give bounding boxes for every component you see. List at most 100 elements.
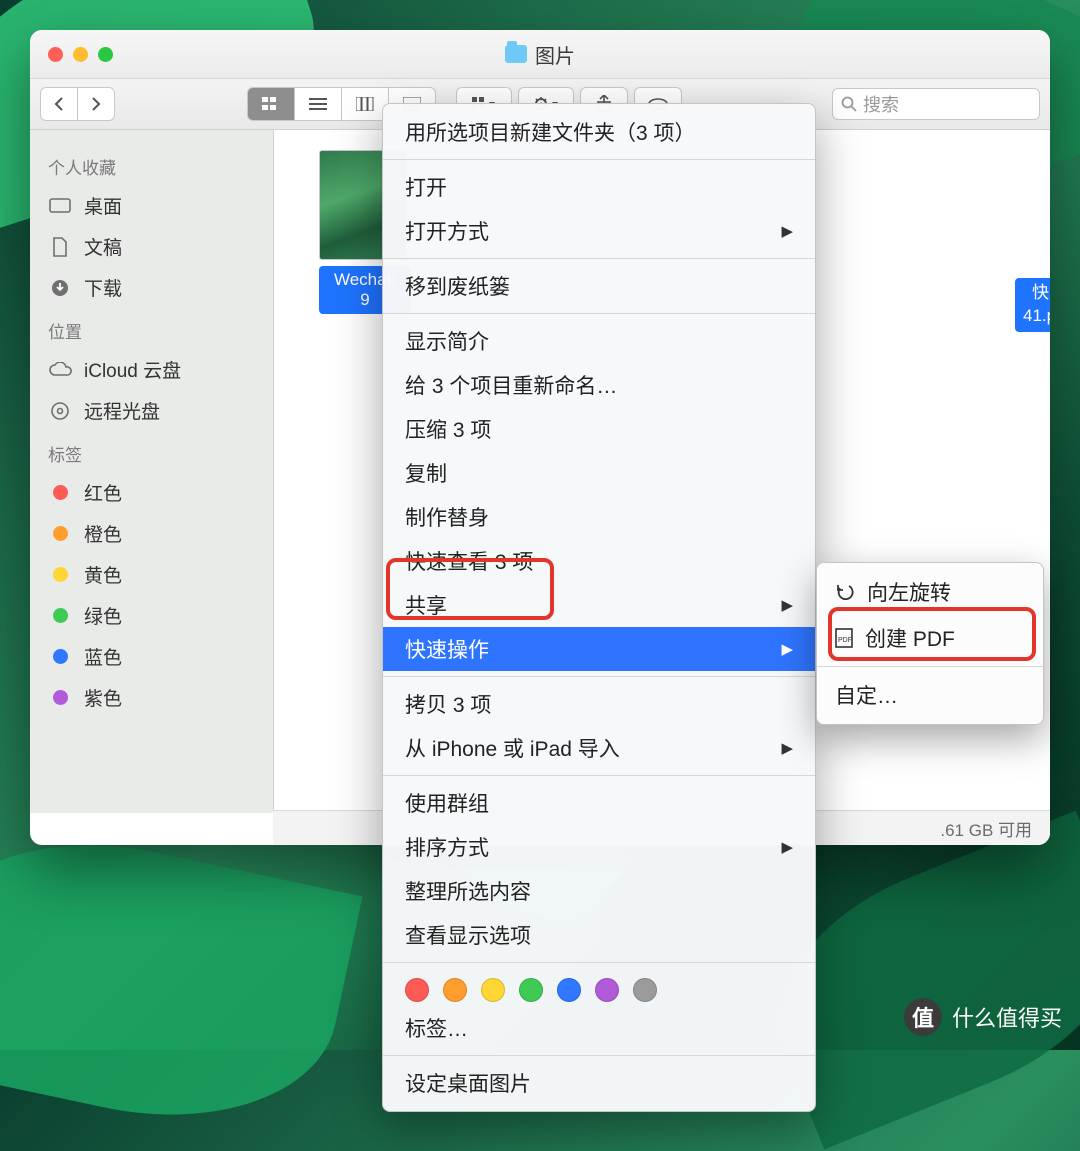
minimize-button[interactable]	[73, 47, 88, 62]
sidebar-tag-item[interactable]: 黄色	[30, 554, 273, 595]
menu-item-label: 整理所选内容	[405, 876, 531, 906]
chevron-right-icon: ▶	[781, 739, 793, 757]
folder-icon	[505, 45, 527, 63]
tag-color-swatch[interactable]	[443, 978, 467, 1002]
rotate-left-icon	[835, 582, 855, 602]
menu-item[interactable]: 给 3 个项目重新命名…	[383, 363, 815, 407]
view-icons-button[interactable]	[247, 87, 294, 121]
view-list-button[interactable]	[294, 87, 341, 121]
sidebar-tag-item[interactable]: 橙色	[30, 513, 273, 554]
menu-item[interactable]: 显示简介	[383, 319, 815, 363]
watermark-text: 什么值得买	[952, 1001, 1062, 1033]
tag-color-swatch[interactable]	[405, 978, 429, 1002]
nav-back-button[interactable]	[40, 87, 77, 121]
search-placeholder: 搜索	[863, 91, 899, 117]
status-text: .61 GB 可用	[940, 816, 1032, 841]
sidebar-item-downloads[interactable]: 下载	[30, 267, 273, 308]
tag-color-icon	[48, 688, 72, 708]
submenu-item[interactable]: PDF 创建 PDF	[817, 615, 1043, 661]
menu-item[interactable]: 设定桌面图片	[383, 1061, 815, 1105]
menu-item[interactable]: 用所选项目新建文件夹（3 项）	[383, 110, 815, 154]
menu-item[interactable]: 整理所选内容	[383, 869, 815, 913]
tag-color-swatch[interactable]	[557, 978, 581, 1002]
sidebar-item-label: iCloud 云盘	[84, 356, 181, 383]
menu-item-label: 用所选项目新建文件夹（3 项）	[405, 117, 696, 147]
sidebar: 个人收藏 桌面 文稿 下载 位置 iCloud 云盘 远程光盘	[30, 130, 274, 813]
desktop-icon	[48, 196, 72, 216]
menu-item-label: 快速查看 3 项	[405, 546, 533, 576]
submenu-item-label: 向左旋转	[867, 577, 951, 607]
sidebar-item-label: 远程光盘	[84, 397, 160, 424]
tag-color-swatch[interactable]	[595, 978, 619, 1002]
menu-tag-colors[interactable]	[383, 968, 815, 1006]
menu-item-label: 标签…	[405, 1013, 468, 1043]
zoom-button[interactable]	[98, 47, 113, 62]
submenu-item[interactable]: 向左旋转	[817, 569, 1043, 615]
menu-item-label: 从 iPhone 或 iPad 导入	[405, 733, 620, 763]
tag-color-icon	[48, 565, 72, 585]
file-name-label: 快照41.png	[1015, 278, 1050, 332]
menu-item[interactable]: 共享 ▶	[383, 583, 815, 627]
search-field[interactable]: 搜索	[832, 88, 1040, 120]
menu-item-label: 拷贝 3 项	[405, 689, 491, 719]
window-title: 图片	[535, 40, 575, 69]
tag-color-swatch[interactable]	[481, 978, 505, 1002]
menu-item-label: 打开	[405, 172, 447, 202]
sidebar-item-remote-disc[interactable]: 远程光盘	[30, 390, 273, 431]
view-columns-button[interactable]	[341, 87, 388, 121]
menu-item-label: 排序方式	[405, 832, 489, 862]
menu-item[interactable]: 打开方式 ▶	[383, 209, 815, 253]
menu-item[interactable]: 查看显示选项	[383, 913, 815, 957]
menu-item[interactable]: 标签…	[383, 1006, 815, 1050]
menu-item[interactable]: 拷贝 3 项	[383, 682, 815, 726]
sidebar-tag-item[interactable]: 红色	[30, 472, 273, 513]
sidebar-item-desktop[interactable]: 桌面	[30, 185, 273, 226]
sidebar-item-documents[interactable]: 文稿	[30, 226, 273, 267]
submenu-item[interactable]: 自定…	[817, 672, 1043, 718]
chevron-right-icon: ▶	[781, 222, 793, 240]
menu-item[interactable]: 快速操作▶	[383, 627, 815, 671]
sidebar-item-label: 紫色	[84, 684, 122, 711]
menu-item[interactable]: 使用群组	[383, 781, 815, 825]
sidebar-tag-item[interactable]: 蓝色	[30, 636, 273, 677]
context-menu: 用所选项目新建文件夹（3 项） 打开打开方式 ▶ 移到废纸篓显示简介给 3 个项目重新…	[382, 103, 816, 1112]
svg-text:PDF: PDF	[838, 637, 852, 644]
menu-item-label: 压缩 3 项	[405, 414, 491, 444]
sidebar-item-label: 绿色	[84, 602, 122, 629]
sidebar-item-label: 红色	[84, 479, 122, 506]
menu-item-label: 打开方式	[405, 216, 489, 246]
menu-item-label: 显示简介	[405, 326, 489, 356]
sidebar-item-label: 桌面	[84, 192, 122, 219]
submenu-quick-actions: 向左旋转 PDF 创建 PDF 自定…	[816, 562, 1044, 725]
menu-item[interactable]: 从 iPhone 或 iPad 导入 ▶	[383, 726, 815, 770]
menu-item-label: 设定桌面图片	[405, 1068, 531, 1098]
menu-item[interactable]: 排序方式 ▶	[383, 825, 815, 869]
tag-color-swatch[interactable]	[519, 978, 543, 1002]
menu-item[interactable]: 制作替身	[383, 495, 815, 539]
chevron-right-icon: ▶	[781, 596, 793, 614]
menu-item[interactable]: 快速查看 3 项	[383, 539, 815, 583]
menu-item-label: 制作替身	[405, 502, 489, 532]
sidebar-tag-item[interactable]: 紫色	[30, 677, 273, 718]
tag-color-icon	[48, 483, 72, 503]
sidebar-tag-item[interactable]: 绿色	[30, 595, 273, 636]
watermark-badge: 值	[904, 998, 942, 1036]
menu-item-label: 查看显示选项	[405, 920, 531, 950]
titlebar: 图片	[30, 30, 1050, 79]
menu-item[interactable]: 移到废纸篓	[383, 264, 815, 308]
submenu-item-label: 自定…	[835, 680, 898, 710]
menu-item[interactable]: 打开	[383, 165, 815, 209]
menu-item[interactable]: 压缩 3 项	[383, 407, 815, 451]
sidebar-item-label: 文稿	[84, 233, 122, 260]
chevron-right-icon: ▶	[781, 838, 793, 856]
sidebar-heading-tags: 标签	[30, 431, 273, 472]
menu-item[interactable]: 复制	[383, 451, 815, 495]
tag-color-swatch[interactable]	[633, 978, 657, 1002]
submenu-item-label: 创建 PDF	[865, 623, 955, 653]
menu-item-label: 共享	[405, 590, 447, 620]
nav-forward-button[interactable]	[77, 87, 115, 121]
tag-color-icon	[48, 647, 72, 667]
bg-leaf	[0, 809, 362, 1151]
close-button[interactable]	[48, 47, 63, 62]
sidebar-item-icloud[interactable]: iCloud 云盘	[30, 349, 273, 390]
